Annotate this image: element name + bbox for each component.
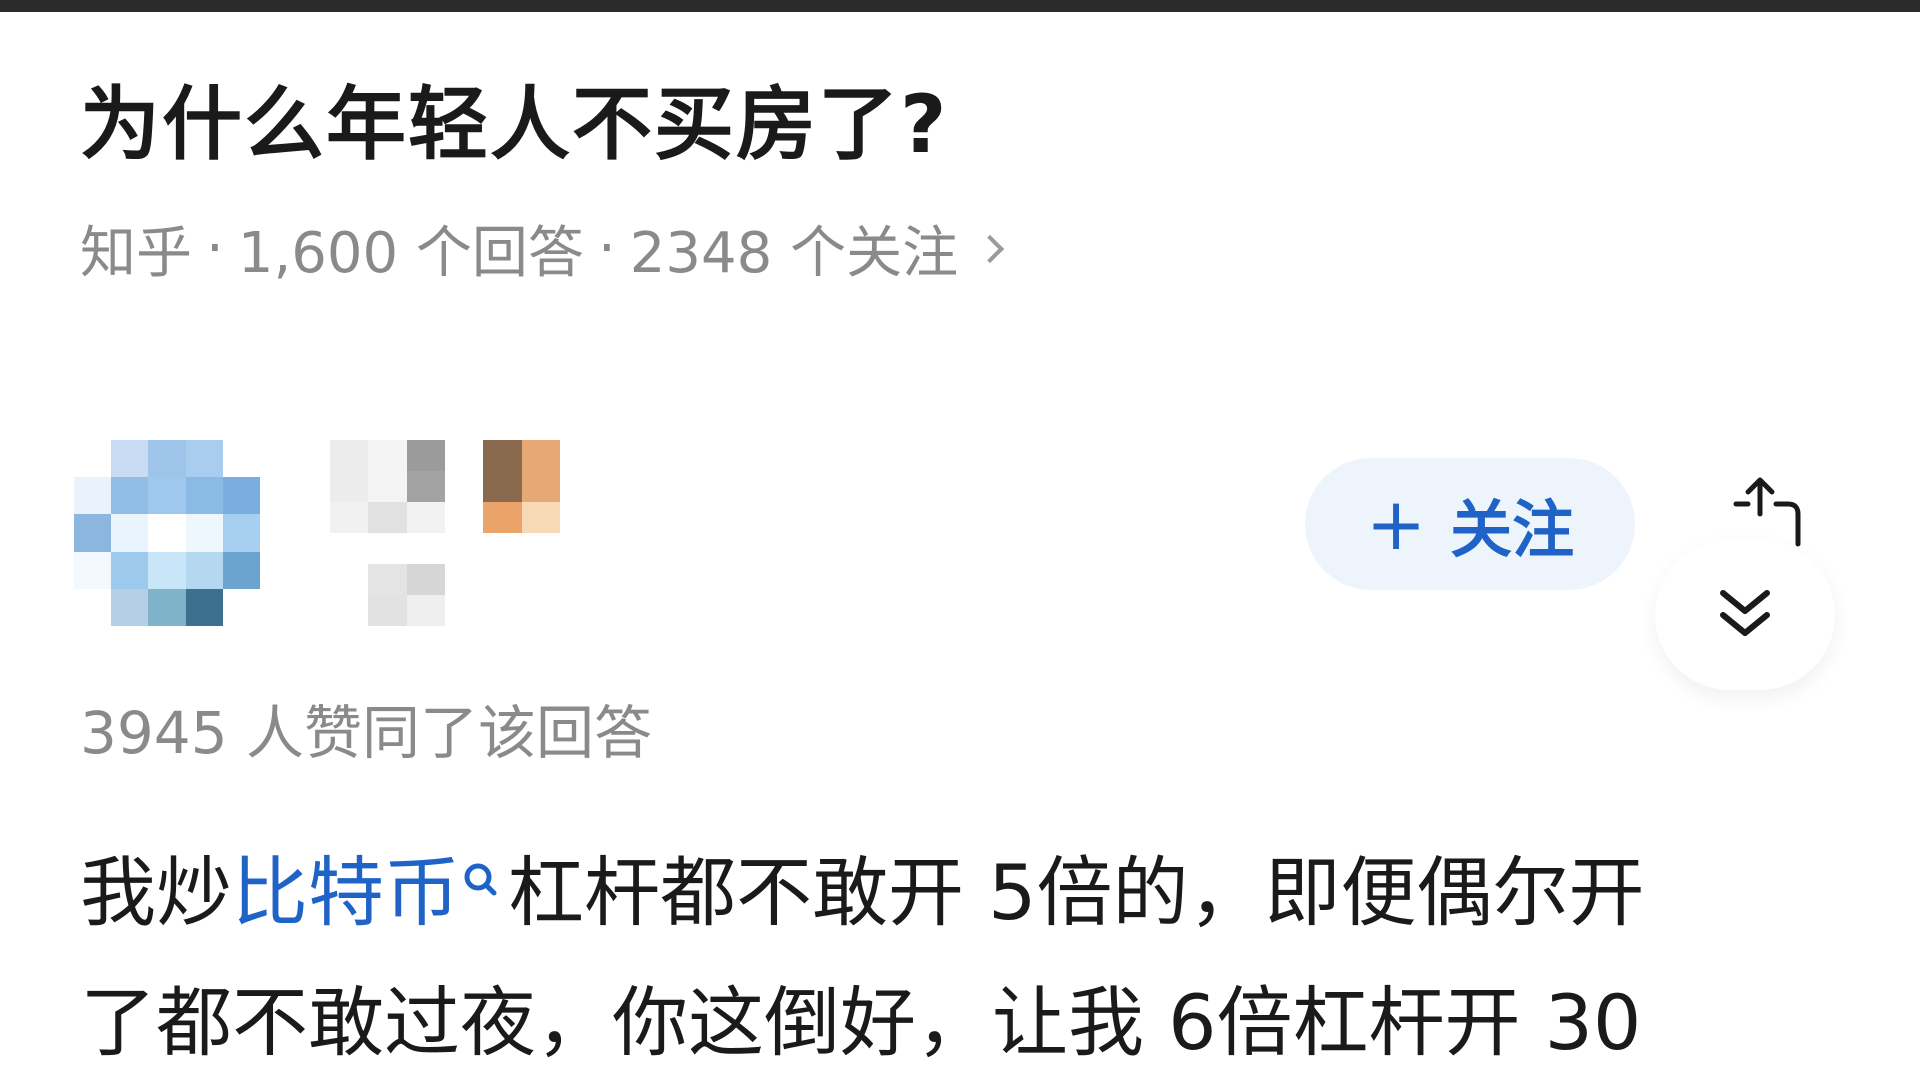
top-status-bar bbox=[0, 0, 1920, 12]
answer-text-prefix: 我炒 bbox=[80, 848, 232, 937]
share-icon[interactable] bbox=[1728, 470, 1818, 550]
follow-label: 关注 bbox=[1450, 493, 1575, 566]
author-name[interactable] bbox=[330, 440, 560, 626]
question-title[interactable]: 为什么年轻人不买房了? bbox=[80, 60, 948, 176]
collapse-chevrons-icon bbox=[1720, 590, 1770, 636]
search-icon[interactable] bbox=[460, 828, 508, 904]
meta-separator: · bbox=[206, 216, 224, 281]
answer-line-2: 了都不敢过夜，你这倒好，让我 6倍杠杆开 30 bbox=[80, 978, 1642, 1067]
follow-button[interactable]: + 关注 bbox=[1305, 458, 1635, 590]
followers-count: 2348 个关注 bbox=[629, 221, 959, 286]
chevron-right-icon bbox=[975, 234, 1005, 263]
meta-separator: · bbox=[597, 216, 616, 281]
collapse-button[interactable] bbox=[1655, 540, 1835, 690]
source-label: 知乎 bbox=[80, 221, 192, 286]
answer-line-1: 我炒比特币 杠杆都不敢开 5倍的，即便偶尔开 bbox=[80, 828, 1860, 958]
question-meta[interactable]: 知乎 · 1,600 个回答 · 2348 个关注 bbox=[80, 208, 1005, 289]
plus-icon: + bbox=[1365, 482, 1427, 566]
upvote-count: 3945 人赞同了该回答 bbox=[80, 699, 653, 767]
avatar[interactable] bbox=[74, 440, 260, 626]
answers-count: 1,600 个回答 bbox=[237, 221, 584, 286]
answer-body[interactable]: 我炒比特币 杠杆都不敢开 5倍的，即便偶尔开 了都不敢过夜，你这倒好，让我 6倍杠… bbox=[80, 828, 1860, 1088]
answer-text-suffix: 杠杆都不敢开 5倍的，即便偶尔开 bbox=[508, 848, 1645, 937]
keyword-link[interactable]: 比特币 bbox=[232, 848, 460, 937]
